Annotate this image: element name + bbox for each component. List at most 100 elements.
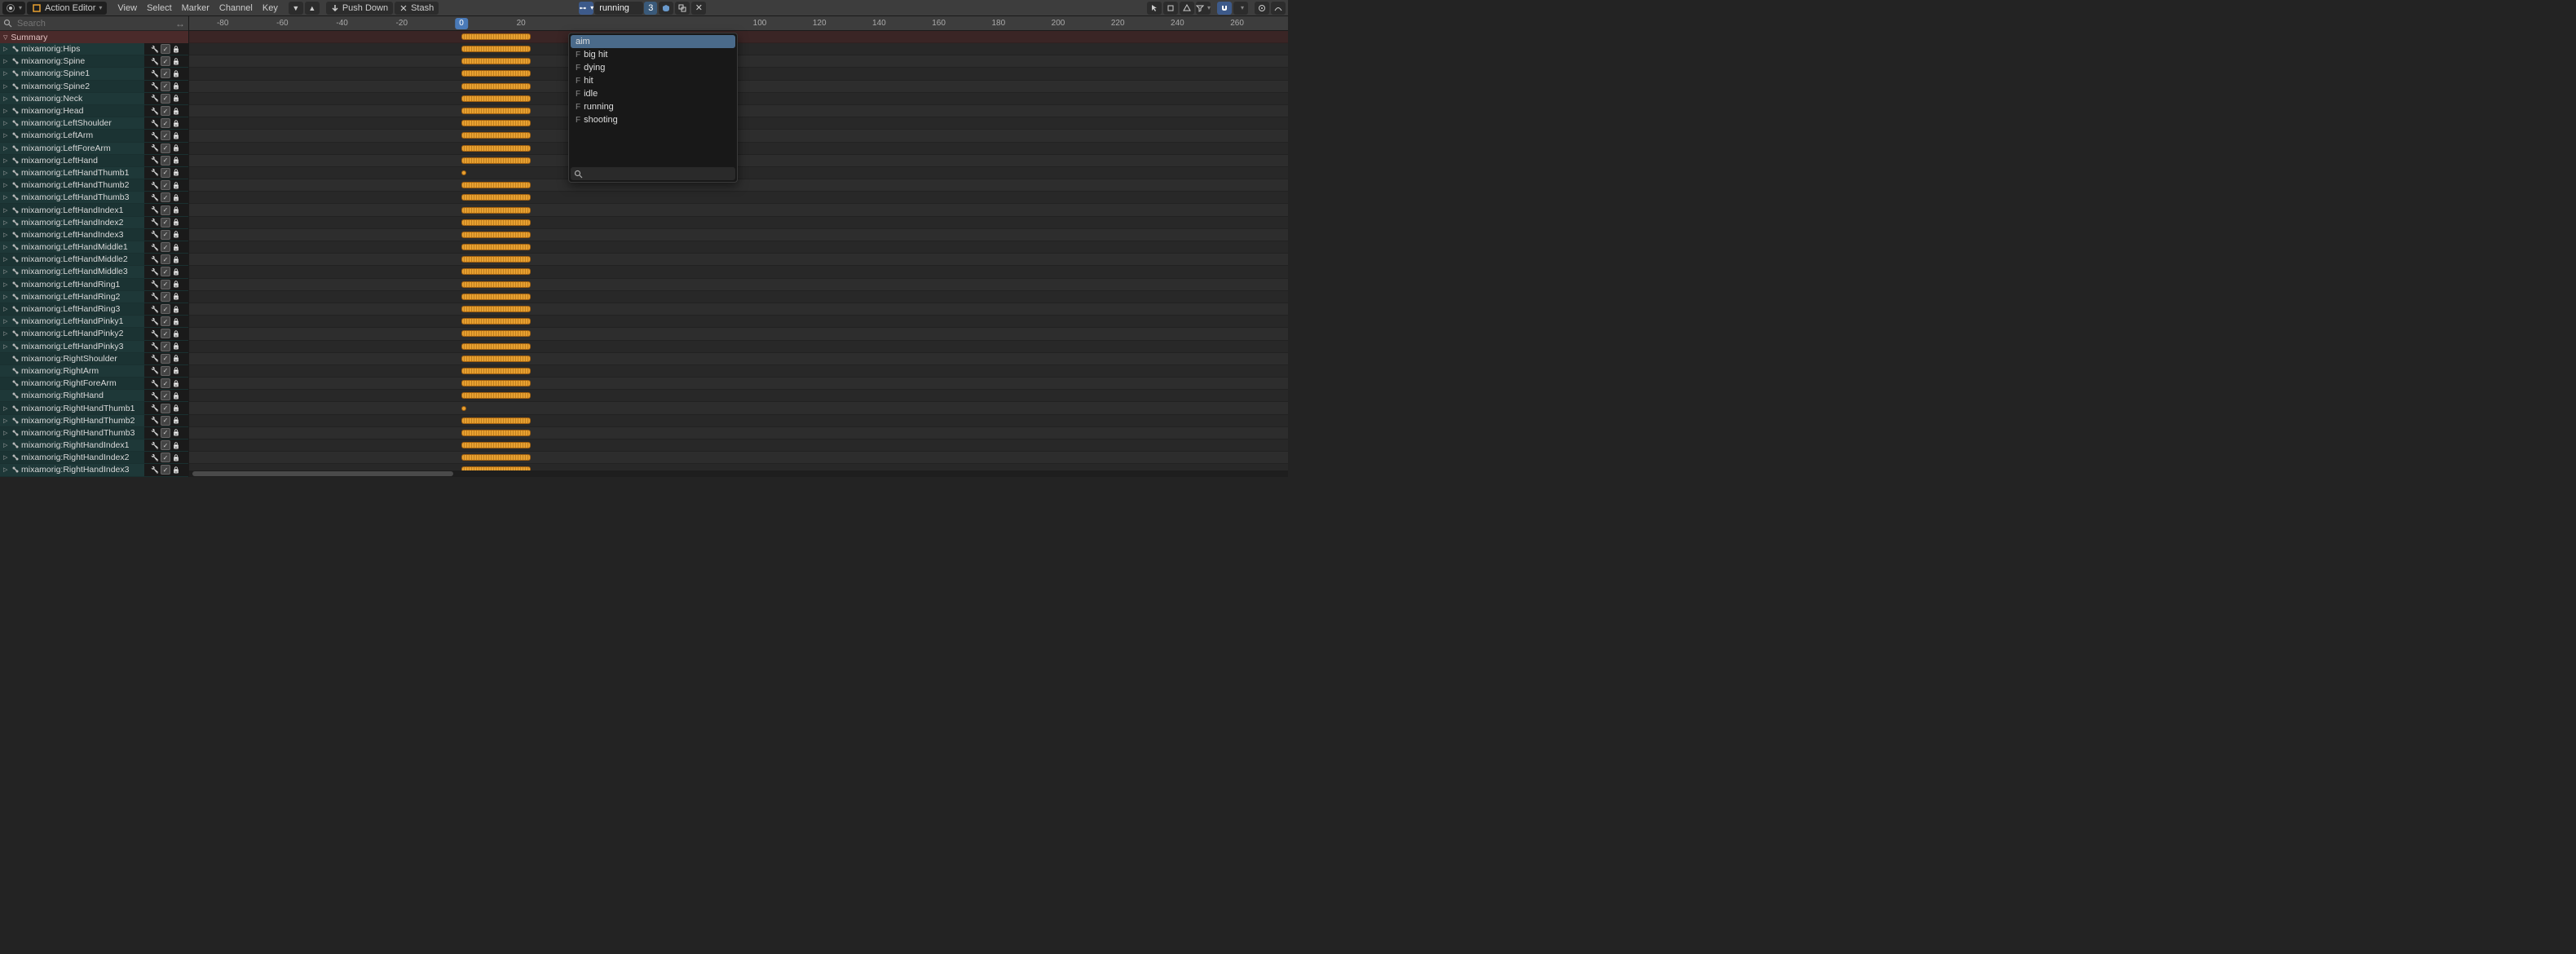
channel-row[interactable]: ▷ mixamorig:LeftHandRing1 xyxy=(0,279,188,291)
scrollbar-thumb[interactable] xyxy=(192,471,453,476)
mute-checkbox[interactable] xyxy=(161,404,170,413)
keyframe-strip[interactable] xyxy=(461,70,531,77)
track-row[interactable] xyxy=(189,117,1288,130)
playhead-marker[interactable]: 0 xyxy=(455,18,468,29)
lock-icon[interactable] xyxy=(171,168,181,178)
lock-icon[interactable] xyxy=(171,118,181,128)
lock-icon[interactable] xyxy=(171,378,181,388)
channel-row[interactable]: ▷ mixamorig:LeftHandThumb2 xyxy=(0,179,188,192)
action-popup-item[interactable]: Fhit xyxy=(571,74,735,87)
keyframe-strip[interactable] xyxy=(461,108,531,114)
wrench-icon[interactable] xyxy=(150,391,160,400)
fake-user-button[interactable] xyxy=(659,2,673,15)
proportional-edit-button[interactable] xyxy=(1255,2,1269,15)
wrench-icon[interactable] xyxy=(150,156,160,166)
lock-icon[interactable] xyxy=(171,267,181,276)
mute-checkbox[interactable] xyxy=(161,304,170,314)
track-row[interactable] xyxy=(189,167,1288,179)
wrench-icon[interactable] xyxy=(150,44,160,54)
chevron-right-icon[interactable]: ▷ xyxy=(3,466,10,473)
mute-checkbox[interactable] xyxy=(161,205,170,215)
lock-icon[interactable] xyxy=(171,156,181,166)
channel-row[interactable]: ▷ mixamorig:RightHandIndex1 xyxy=(0,439,188,452)
lock-icon[interactable] xyxy=(171,354,181,364)
keyframe-strip[interactable] xyxy=(461,380,531,386)
mute-checkbox[interactable] xyxy=(161,130,170,140)
mute-checkbox[interactable] xyxy=(161,44,170,54)
wrench-icon[interactable] xyxy=(150,366,160,376)
channel-row[interactable]: ▷ mixamorig:LeftHandThumb1 xyxy=(0,167,188,179)
track-row[interactable] xyxy=(189,179,1288,192)
channel-row[interactable]: mixamorig:RightArm xyxy=(0,365,188,378)
mute-checkbox[interactable] xyxy=(161,218,170,227)
channel-row[interactable]: ▷ mixamorig:Neck xyxy=(0,93,188,105)
chevron-right-icon[interactable]: ▷ xyxy=(3,442,10,448)
lock-icon[interactable] xyxy=(171,192,181,202)
proportional-falloff-button[interactable] xyxy=(1271,2,1286,15)
wrench-icon[interactable] xyxy=(150,465,160,475)
track-row[interactable] xyxy=(189,427,1288,439)
track-row[interactable] xyxy=(189,415,1288,427)
mute-checkbox[interactable] xyxy=(161,168,170,178)
keyframe-strip[interactable] xyxy=(461,46,531,52)
wrench-icon[interactable] xyxy=(150,106,160,116)
wrench-icon[interactable] xyxy=(150,440,160,450)
lock-icon[interactable] xyxy=(171,465,181,475)
chevron-right-icon[interactable]: ▷ xyxy=(3,281,10,288)
track-row[interactable] xyxy=(189,55,1288,68)
chevron-right-icon[interactable]: ▷ xyxy=(3,170,10,176)
chevron-right-icon[interactable]: ▷ xyxy=(3,132,10,139)
chevron-right-icon[interactable]: ▷ xyxy=(3,417,10,424)
lock-icon[interactable] xyxy=(171,453,181,462)
summary-channel[interactable]: ▽ Summary xyxy=(0,31,188,43)
keyframe-strip[interactable] xyxy=(461,182,531,188)
keyframe-strip[interactable] xyxy=(461,207,531,214)
channel-row[interactable]: ▷ mixamorig:Spine2 xyxy=(0,81,188,93)
wrench-icon[interactable] xyxy=(150,280,160,289)
menu-view[interactable]: View xyxy=(112,3,142,13)
wrench-icon[interactable] xyxy=(150,242,160,252)
channel-row[interactable]: ▷ mixamorig:LeftHandRing3 xyxy=(0,303,188,316)
chevron-right-icon[interactable]: ▷ xyxy=(3,232,10,238)
mute-checkbox[interactable] xyxy=(161,230,170,240)
mute-checkbox[interactable] xyxy=(161,329,170,338)
menu-select[interactable]: Select xyxy=(142,3,177,13)
lock-icon[interactable] xyxy=(171,106,181,116)
lock-icon[interactable] xyxy=(171,56,181,66)
lock-icon[interactable] xyxy=(171,68,181,78)
keyframe-strip[interactable] xyxy=(461,318,531,325)
keyframe-strip[interactable] xyxy=(461,442,531,448)
mute-checkbox[interactable] xyxy=(161,391,170,400)
mute-checkbox[interactable] xyxy=(161,106,170,116)
chevron-right-icon[interactable]: ▷ xyxy=(3,256,10,263)
channel-row[interactable]: ▷ mixamorig:RightHandIndex3 xyxy=(0,464,188,476)
lock-icon[interactable] xyxy=(171,366,181,376)
mute-checkbox[interactable] xyxy=(161,280,170,289)
wrench-icon[interactable] xyxy=(150,316,160,326)
channel-row[interactable]: ▷ mixamorig:Hips xyxy=(0,43,188,55)
channel-row[interactable]: ▷ mixamorig:LeftHandIndex1 xyxy=(0,204,188,216)
lock-icon[interactable] xyxy=(171,94,181,104)
channel-row[interactable]: ▷ mixamorig:LeftHandIndex3 xyxy=(0,229,188,241)
snap-mode-button[interactable]: ▾ xyxy=(1233,2,1248,15)
mute-checkbox[interactable] xyxy=(161,68,170,78)
channel-row[interactable]: ▷ mixamorig:LeftHand xyxy=(0,155,188,167)
track-row[interactable] xyxy=(189,378,1288,390)
chevron-right-icon[interactable]: ▷ xyxy=(3,219,10,226)
wrench-icon[interactable] xyxy=(150,68,160,78)
keyframe-strip[interactable] xyxy=(461,417,531,424)
markers-icon-button[interactable] xyxy=(1163,2,1178,15)
lock-icon[interactable] xyxy=(171,316,181,326)
chevron-right-icon[interactable]: ▷ xyxy=(3,58,10,64)
chevron-right-icon[interactable]: ▷ xyxy=(3,108,10,114)
track-row[interactable] xyxy=(189,291,1288,303)
keyframe-strip[interactable] xyxy=(461,194,531,201)
mute-checkbox[interactable] xyxy=(161,156,170,166)
track-row[interactable] xyxy=(189,130,1288,142)
channel-row[interactable]: ▷ mixamorig:LeftHandPinky1 xyxy=(0,316,188,328)
menu-channel[interactable]: Channel xyxy=(214,3,258,13)
chevron-right-icon[interactable]: ▷ xyxy=(3,343,10,350)
wrench-icon[interactable] xyxy=(150,354,160,364)
track-row[interactable] xyxy=(189,365,1288,378)
track-row[interactable] xyxy=(189,229,1288,241)
